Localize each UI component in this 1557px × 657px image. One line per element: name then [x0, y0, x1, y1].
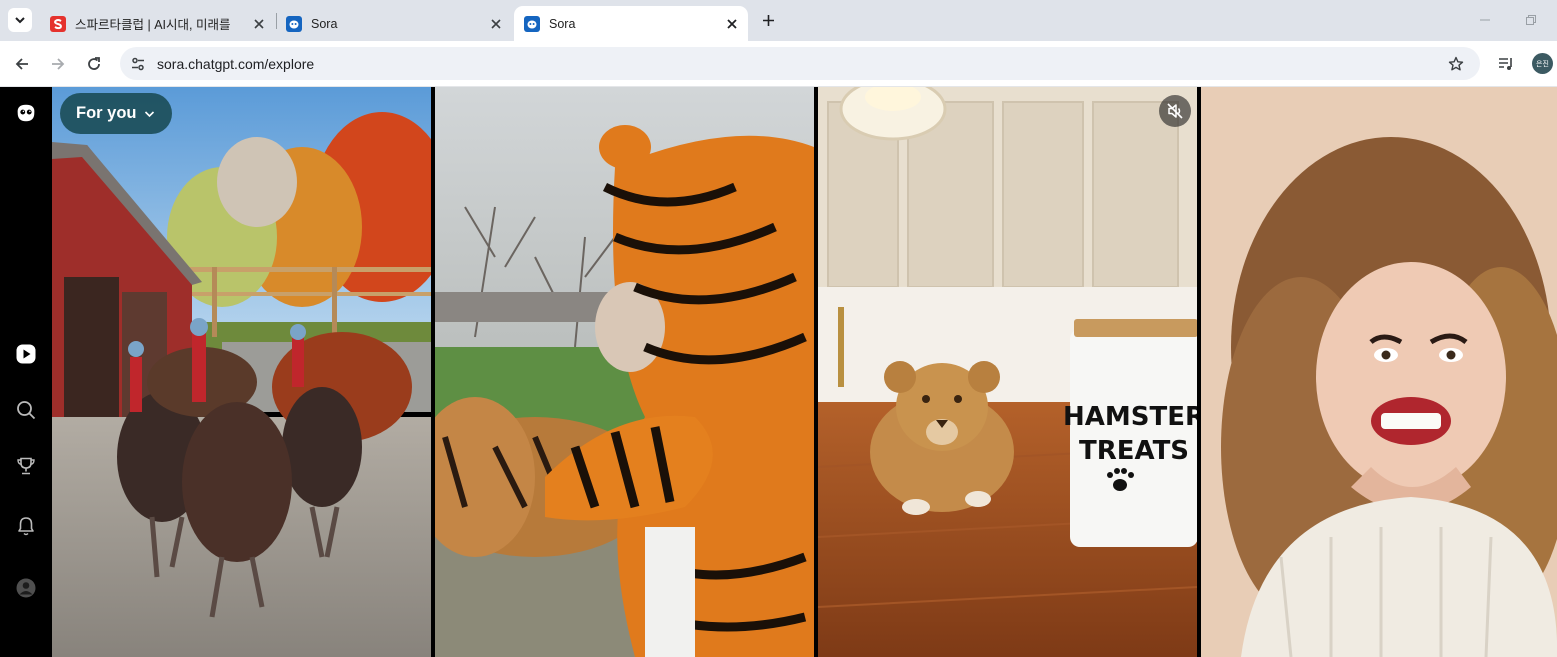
account-icon[interactable]	[14, 576, 38, 600]
video-thumbnail: HAMSTER TREATS	[818, 87, 1197, 657]
sora-explore-page: HAMSTER TREATS For you	[0, 87, 1557, 657]
video-thumbnail	[1201, 87, 1557, 657]
tab-title: 스파르타클럽 | AI시대, 미래를	[75, 18, 231, 32]
arrow-right-icon	[52, 58, 65, 70]
video-tile-tiger[interactable]	[435, 87, 814, 657]
tab-sparta[interactable]: 스파르타클럽 | AI시대, 미래를	[40, 6, 275, 41]
trophy-icon[interactable]	[14, 454, 38, 478]
restore-button[interactable]	[1521, 10, 1541, 30]
tab-title: Sora	[311, 16, 338, 31]
close-icon	[491, 18, 501, 29]
feed-selector-dropdown[interactable]: For you	[60, 93, 172, 134]
bookmark-button[interactable]	[1446, 54, 1466, 74]
tab-close-button[interactable]	[486, 14, 506, 34]
new-tab-button[interactable]	[757, 9, 779, 31]
video-thumbnail	[52, 87, 431, 657]
media-controls-button[interactable]	[1494, 52, 1518, 76]
unmute-button[interactable]	[1159, 95, 1191, 127]
chevron-down-icon	[15, 17, 25, 24]
sparta-logo-icon	[50, 15, 66, 32]
minimize-button[interactable]	[1475, 10, 1495, 30]
browser-tab-strip: 스파르타클럽 | AI시대, 미래를 Sora Sora	[0, 0, 1557, 41]
hamster-treats-jar: HAMSTER TREATS	[1063, 319, 1197, 547]
sora-sidebar	[0, 87, 52, 657]
sora-logo-icon	[524, 15, 540, 32]
browser-toolbar: sora.chatgpt.com/explore 은진	[0, 41, 1557, 87]
profile-avatar[interactable]: 은진	[1532, 53, 1553, 74]
tab-sora-2[interactable]: Sora	[514, 6, 748, 41]
tab-close-button[interactable]	[722, 14, 742, 34]
search-icon[interactable]	[14, 398, 38, 422]
forward-button[interactable]	[46, 52, 70, 76]
tab-sora-1[interactable]: Sora	[276, 6, 512, 41]
chevron-down-icon	[144, 110, 155, 118]
address-bar[interactable]: sora.chatgpt.com/explore	[120, 47, 1480, 80]
tab-close-button[interactable]	[249, 14, 269, 34]
tab-search-button[interactable]	[8, 8, 32, 32]
tab-title: Sora	[549, 16, 576, 31]
site-info-button[interactable]	[121, 47, 155, 80]
restore-icon	[1526, 15, 1536, 25]
minimize-icon	[1480, 19, 1490, 21]
reload-button[interactable]	[82, 52, 106, 76]
arrow-left-icon	[15, 58, 28, 70]
jar-text-line1: HAMSTER	[1063, 402, 1197, 432]
video-tile-turkeys[interactable]	[52, 87, 431, 657]
playlist-icon	[1499, 58, 1512, 70]
reload-icon	[88, 57, 100, 70]
back-button[interactable]	[10, 52, 34, 76]
plus-icon	[762, 14, 774, 26]
star-icon	[1448, 56, 1464, 71]
sora-logo-icon[interactable]	[14, 101, 38, 125]
volume-muted-icon	[1167, 103, 1183, 119]
video-tile-woman[interactable]	[1201, 87, 1557, 657]
sora-logo-icon	[286, 15, 302, 32]
tune-icon	[132, 57, 144, 70]
bell-icon[interactable]	[14, 514, 38, 538]
feed-selector-label: For you	[76, 104, 137, 122]
url-text[interactable]: sora.chatgpt.com/explore	[157, 56, 314, 72]
video-icon[interactable]	[14, 342, 38, 366]
video-tile-lion[interactable]: HAMSTER TREATS	[818, 87, 1197, 657]
close-icon	[254, 18, 264, 29]
video-thumbnail	[435, 87, 814, 657]
close-icon	[727, 18, 737, 29]
jar-text-line2: TREATS	[1079, 436, 1189, 466]
